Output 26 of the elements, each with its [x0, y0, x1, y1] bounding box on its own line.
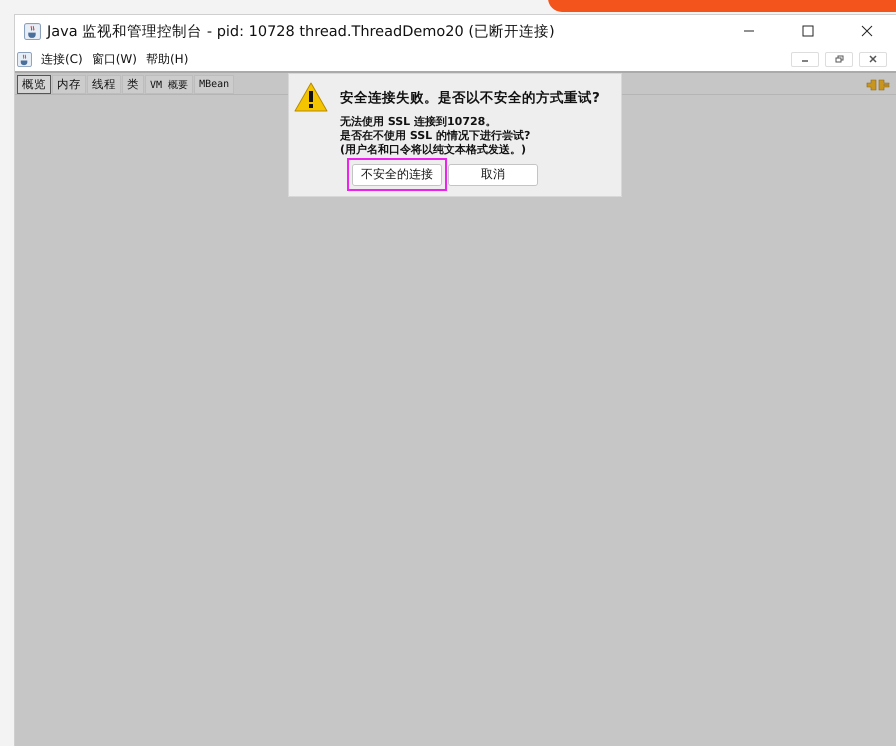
- tab[interactable]: MBean: [194, 75, 234, 94]
- dialog-heading: 安全连接失败。是否以不安全的方式重试?: [340, 89, 600, 107]
- close-icon: [860, 25, 872, 37]
- close-icon: [869, 55, 877, 63]
- restore-button[interactable]: [825, 52, 853, 66]
- tab[interactable]: 线程: [87, 75, 121, 94]
- window-title: Java 监视和管理控制台 - pid: 10728 thread.ThreadDemo20 (已断开连接): [47, 22, 556, 40]
- java-cup-icon: [17, 52, 32, 66]
- dialog-message: (用户名和口令将以纯文本格式发送。): [340, 143, 528, 157]
- tab[interactable]: 类: [122, 75, 144, 94]
- tab[interactable]: 概览: [17, 75, 51, 94]
- maximize-icon: [802, 25, 814, 37]
- menu-item[interactable]: 窗口(W): [92, 50, 137, 68]
- dialog-message: 无法使用 SSL 连接到10728。: [340, 115, 498, 129]
- java-cup-icon: [24, 22, 41, 40]
- close-button[interactable]: [859, 52, 887, 66]
- tab[interactable]: VM 概要: [145, 75, 194, 94]
- warning-icon: [294, 82, 328, 112]
- dialog-button[interactable]: 不安全的连接: [352, 164, 442, 186]
- plug-icon: [866, 78, 890, 92]
- menu-item[interactable]: 帮助(H): [146, 50, 188, 68]
- dialog-message: 是否在不使用 SSL 的情况下进行尝试?: [340, 129, 532, 143]
- restore-icon: [834, 55, 844, 63]
- dialog-button[interactable]: 取消: [448, 164, 538, 186]
- menu-item[interactable]: 连接(C): [41, 50, 83, 68]
- tab[interactable]: 内存: [52, 75, 86, 94]
